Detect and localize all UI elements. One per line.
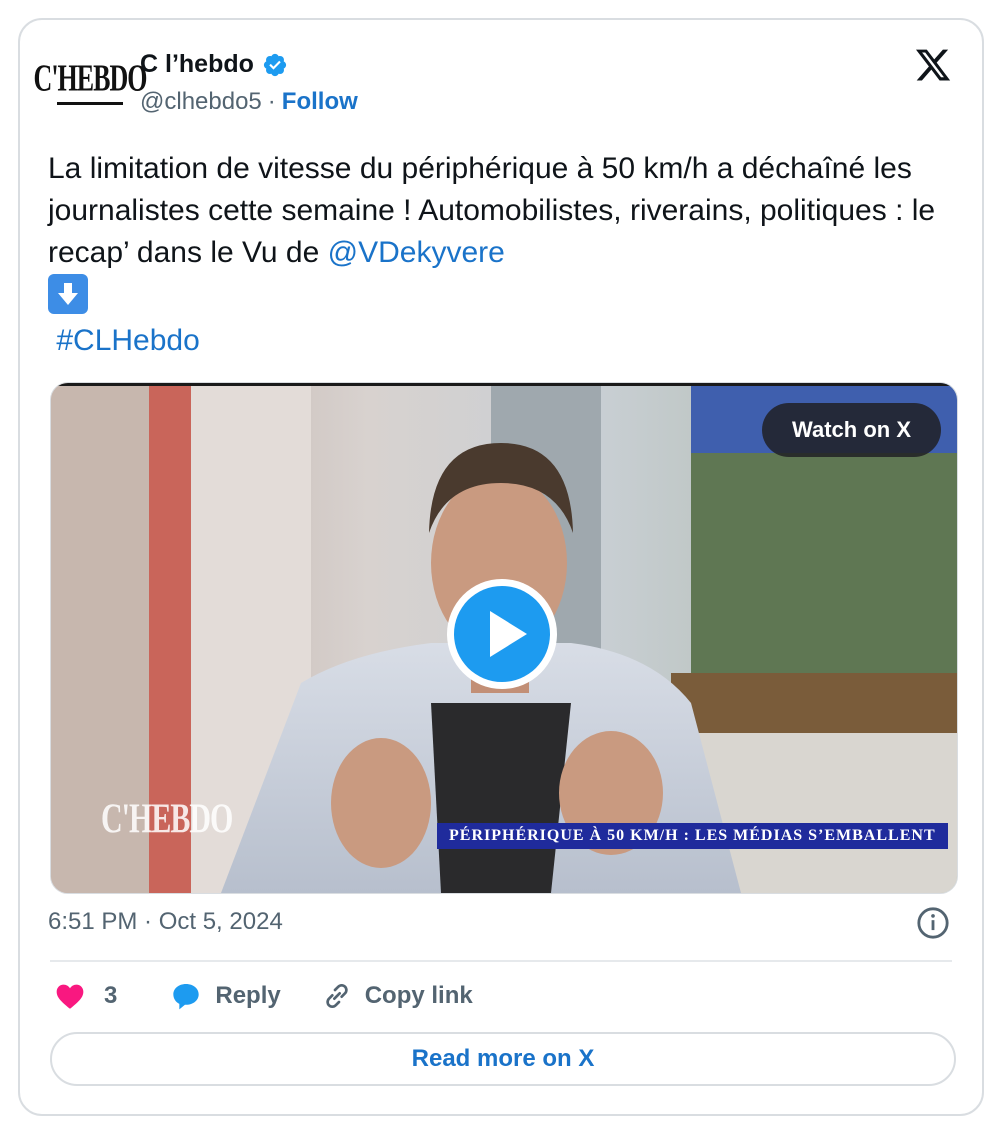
down-arrow-icon: [48, 274, 88, 314]
reply-button[interactable]: Reply: [169, 980, 281, 1012]
video-watermark: C'HEBDO: [101, 796, 233, 843]
tweet-card: C'HEBDO C l’hebdo @clhebdo5 · Follow La …: [18, 18, 984, 1116]
action-bar: 3 Reply Copy link: [54, 980, 473, 1012]
read-more-button[interactable]: Read more on X: [50, 1032, 956, 1086]
video-player[interactable]: C'HEBDO PÉRIPHÉRIQUE À 50 KM/H : LES MÉD…: [50, 382, 958, 894]
copy-link-button[interactable]: Copy link: [321, 980, 473, 1012]
link-icon: [326, 983, 348, 1009]
like-button[interactable]: 3: [54, 980, 117, 1012]
reply-bubble-icon: [173, 984, 200, 1010]
reply-label: Reply: [215, 982, 281, 1009]
info-icon[interactable]: [916, 906, 950, 940]
x-logo-icon[interactable]: [914, 46, 952, 84]
copy-link-label: Copy link: [364, 982, 473, 1009]
handle-separator: ·: [267, 88, 276, 115]
author-handle-row: @clhebdo5 · Follow: [140, 88, 358, 116]
author-name[interactable]: C l’hebdo: [140, 50, 254, 79]
avatar[interactable]: C'HEBDO: [34, 56, 147, 114]
watch-on-x-button[interactable]: Watch on X: [762, 403, 941, 457]
play-icon[interactable]: [445, 577, 559, 691]
avatar-underline: [57, 101, 123, 105]
author-name-row: C l’hebdo: [140, 50, 288, 79]
heart-icon: [56, 984, 84, 1009]
verified-badge-icon: [263, 53, 286, 76]
tweet-timestamp[interactable]: 6:51 PM · Oct 5, 2024: [48, 908, 283, 936]
hashtag-link[interactable]: #CLHebdo: [56, 324, 199, 357]
like-count: 3: [104, 982, 118, 1009]
tweet-text: La limitation de vitesse du périphérique…: [48, 148, 948, 362]
follow-button[interactable]: Follow: [282, 88, 358, 116]
video-banner: PÉRIPHÉRIQUE À 50 KM/H : LES MÉDIAS S’EM…: [437, 823, 948, 849]
divider: [50, 960, 952, 962]
mention-link[interactable]: @VDekyvere: [328, 236, 505, 269]
author-handle[interactable]: @clhebdo5: [140, 88, 262, 116]
avatar-logo: C'HEBDO: [33, 56, 148, 99]
